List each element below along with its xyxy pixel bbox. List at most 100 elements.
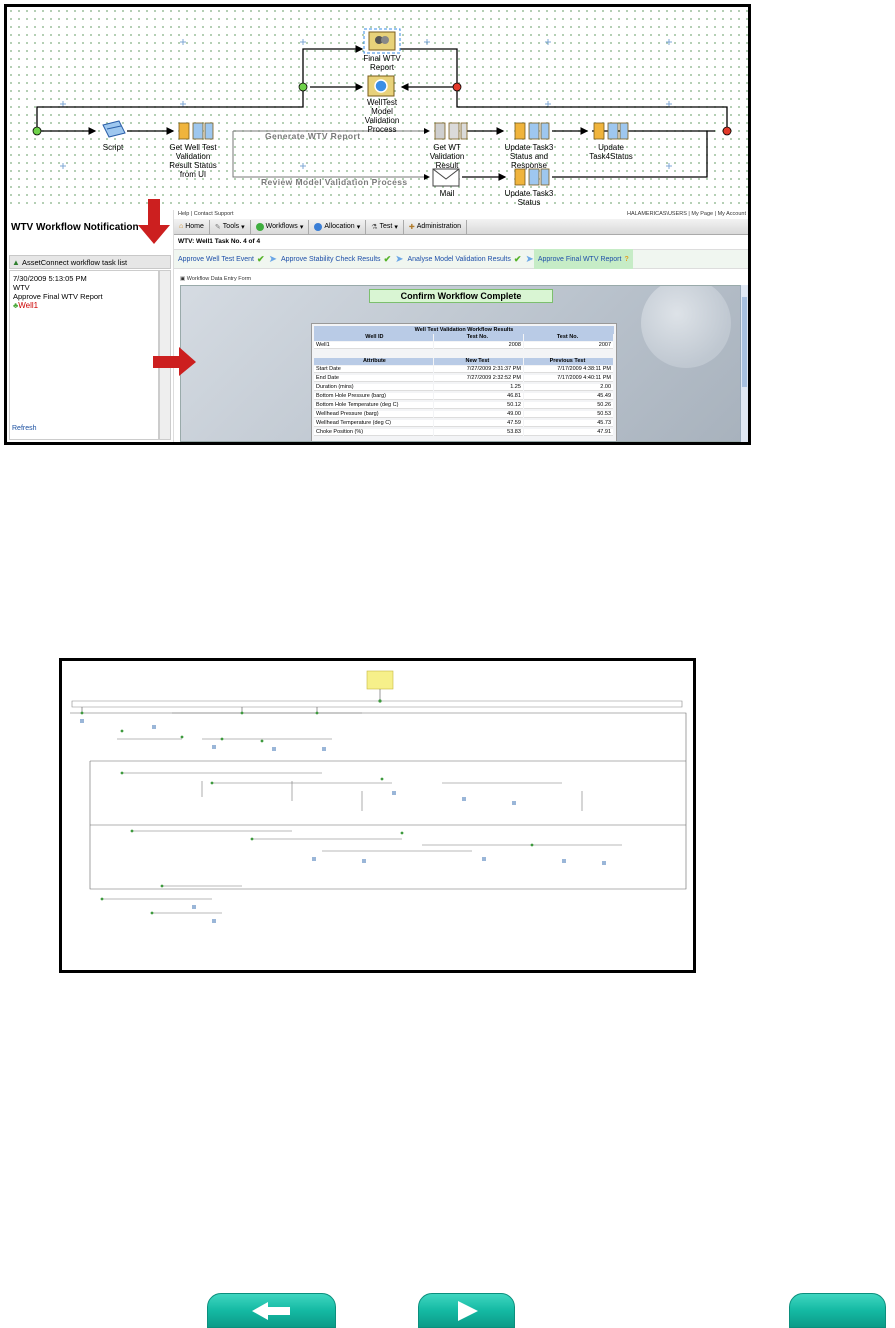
check-icon: ✔ (257, 253, 265, 264)
table-row: Choke Position (%) 53.83 47.91 (314, 429, 614, 436)
workflow-overview-diagram (70, 670, 687, 923)
right-arrow-icon (457, 1300, 478, 1321)
nav-allocation[interactable]: Allocation ▾ (309, 219, 367, 234)
cell: 2007 (523, 342, 614, 349)
cell: 50.53 (523, 411, 614, 418)
model-validation-node-label: WellTest Model Validation Process (364, 98, 400, 134)
asset-icon: ▲ (12, 258, 20, 267)
cell: Wellhead Pressure (barg) (314, 411, 433, 418)
form-tab[interactable]: ▣ Workflow Data Entry Form (180, 276, 251, 282)
model-validation-node-icon[interactable] (367, 75, 395, 97)
chevron-right-icon: ➤ (268, 253, 277, 265)
cell: 50.26 (523, 402, 614, 409)
nav-administration[interactable]: ✚ Administration (404, 219, 468, 234)
confirm-workflow-button[interactable]: Confirm Workflow Complete (369, 289, 553, 303)
table-row: Duration (mins) 1.25 2.00 (314, 384, 614, 391)
cell: Duration (mins) (314, 384, 433, 391)
nav-test[interactable]: ⚗ Test ▾ (366, 219, 404, 234)
script-node-label: Script (102, 143, 124, 152)
scroll-thumb[interactable] (742, 297, 747, 387)
cell: 1.25 (433, 384, 523, 391)
well-row: Well1 2008 2007 (314, 342, 614, 349)
chevron-right-icon: ➤ (525, 253, 534, 265)
cell: 7/17/2009 4:38:11 PM (523, 366, 614, 373)
red-right-arrow-icon (153, 347, 196, 376)
nav-workflows-label: Workflows (265, 223, 298, 230)
cell: Choke Position (%) (314, 429, 433, 436)
workflow-steps-bar: Approve Well Test Event ✔ ➤ Approve Stabi… (174, 249, 748, 269)
cell: 7/27/2009 2:32:52 PM (433, 375, 523, 382)
cell: 49.00 (433, 411, 523, 418)
step-label: Analyse Model Validation Results (407, 255, 511, 263)
allocation-icon (314, 222, 323, 231)
left-arrow-icon (251, 1301, 290, 1320)
mail-node-label: Mail (439, 189, 455, 198)
cell: 7/17/2009 4:40:11 PM (523, 375, 614, 382)
cell: 45.73 (523, 420, 614, 427)
background-moon-image (641, 286, 731, 368)
previous-button[interactable] (207, 1293, 336, 1328)
task-list-header: ▲ AssetConnect workflow task list (9, 255, 171, 269)
cell: 2008 (433, 342, 523, 349)
nav-tools-label: Tools (222, 223, 240, 230)
header-cell: Test No. (433, 334, 523, 341)
update-task3-response-node-label: Update Task3 Status and Response (504, 143, 554, 170)
mail-node-icon[interactable] (432, 168, 460, 187)
step-analyse-model[interactable]: Analyse Model Validation Results ✔ (404, 249, 526, 269)
task-title: WTV: Well1 Task No. 4 of 4 (178, 238, 261, 245)
task-list-header-label: AssetConnect workflow task list (22, 258, 128, 267)
task-list-item[interactable]: 7/30/2009 5:13:05 PM WTV Approve Final W… (9, 270, 159, 440)
table-row: Bottom Hole Temperature (deg C) 50.12 50.2… (314, 402, 614, 409)
main-nav: ⌂ Home ✎ Tools ▾ Workflows ▾ Allocation ▾ … (174, 219, 748, 235)
task-type: WTV (13, 283, 30, 292)
workflow-screenshot-frame: Final WTV Report WellTest Model Validati… (4, 4, 751, 445)
final-report-node-label: Final WTV Report (363, 54, 401, 72)
table-row: Wellhead Pressure (barg) 49.00 50.53 (314, 411, 614, 418)
cell: Well1 (314, 342, 433, 349)
table-row: Bottom Hole Pressure (barg) 46.81 45.49 (314, 393, 614, 400)
table-row: End Date 7/27/2009 2:32:52 PM 7/17/2009 4:… (314, 375, 614, 382)
cell: 2.00 (523, 384, 614, 391)
form-tab-label: Workflow Data Entry Form (186, 276, 252, 282)
next-button[interactable] (418, 1293, 515, 1328)
final-report-node-icon[interactable] (363, 28, 401, 54)
cell: Bottom Hole Pressure (barg) (314, 393, 433, 400)
nav-tools[interactable]: ✎ Tools ▾ (210, 219, 251, 234)
step-approve-final-report[interactable]: Approve Final WTV Report? (533, 249, 633, 269)
home-button[interactable] (789, 1293, 886, 1328)
update-task4-node-label: Update Task4Status (589, 143, 633, 161)
header-cell: Attribute (314, 358, 433, 365)
get-status-node-label: Get Well Test Validation Result Status f… (169, 143, 217, 179)
nav-workflows[interactable]: Workflows ▾ (251, 219, 310, 234)
well-header-row: Well ID Test No. Test No. (314, 334, 614, 341)
workflow-designer-canvas: Final WTV Report WellTest Model Validati… (7, 7, 748, 210)
nav-home[interactable]: ⌂ Home (174, 219, 210, 234)
generate-report-path-label: Generate WTV Report (265, 131, 361, 141)
update-task3-node-label: Update Task3 Status (504, 189, 554, 207)
nav-test-label: Test (379, 223, 393, 230)
application-pane: Help | Contact Support HALAMERICAS\USERS… (173, 210, 748, 442)
question-icon: ? (624, 255, 629, 263)
results-table: Well Test Validation Workflow Results We… (311, 323, 617, 441)
form-scrollbar[interactable] (740, 285, 748, 442)
cell: 53.83 (433, 429, 523, 436)
nav-allocation-label: Allocation (324, 223, 355, 230)
cell: Start Date (314, 366, 433, 373)
account-links[interactable]: HALAMERICAS\USERS | My Page | My Account (627, 211, 746, 217)
task-well-link[interactable]: ♣Well1 (13, 301, 155, 310)
cell: 46.81 (433, 393, 523, 400)
header-cell: New Test (433, 358, 523, 365)
chevron-right-icon: ➤ (395, 253, 404, 265)
refresh-link[interactable]: Refresh (12, 425, 37, 432)
header-cell: Test No. (523, 334, 614, 341)
cell: 47.59 (433, 420, 523, 427)
check-icon: ✔ (513, 253, 522, 264)
table-row: Wellhead Temperature (deg C) 47.59 45.73 (314, 420, 614, 427)
step-approve-stability[interactable]: Approve Stability Check Results ✔ (277, 249, 395, 269)
red-down-arrow-icon (138, 199, 170, 244)
step-approve-well-test[interactable]: Approve Well Test Event ✔ (174, 249, 269, 269)
workflows-icon (255, 222, 264, 231)
get-wt-result-node-label: Get WT Validation Result (429, 143, 465, 170)
help-links[interactable]: Help | Contact Support (178, 211, 234, 217)
script-node-icon[interactable] (102, 120, 126, 138)
